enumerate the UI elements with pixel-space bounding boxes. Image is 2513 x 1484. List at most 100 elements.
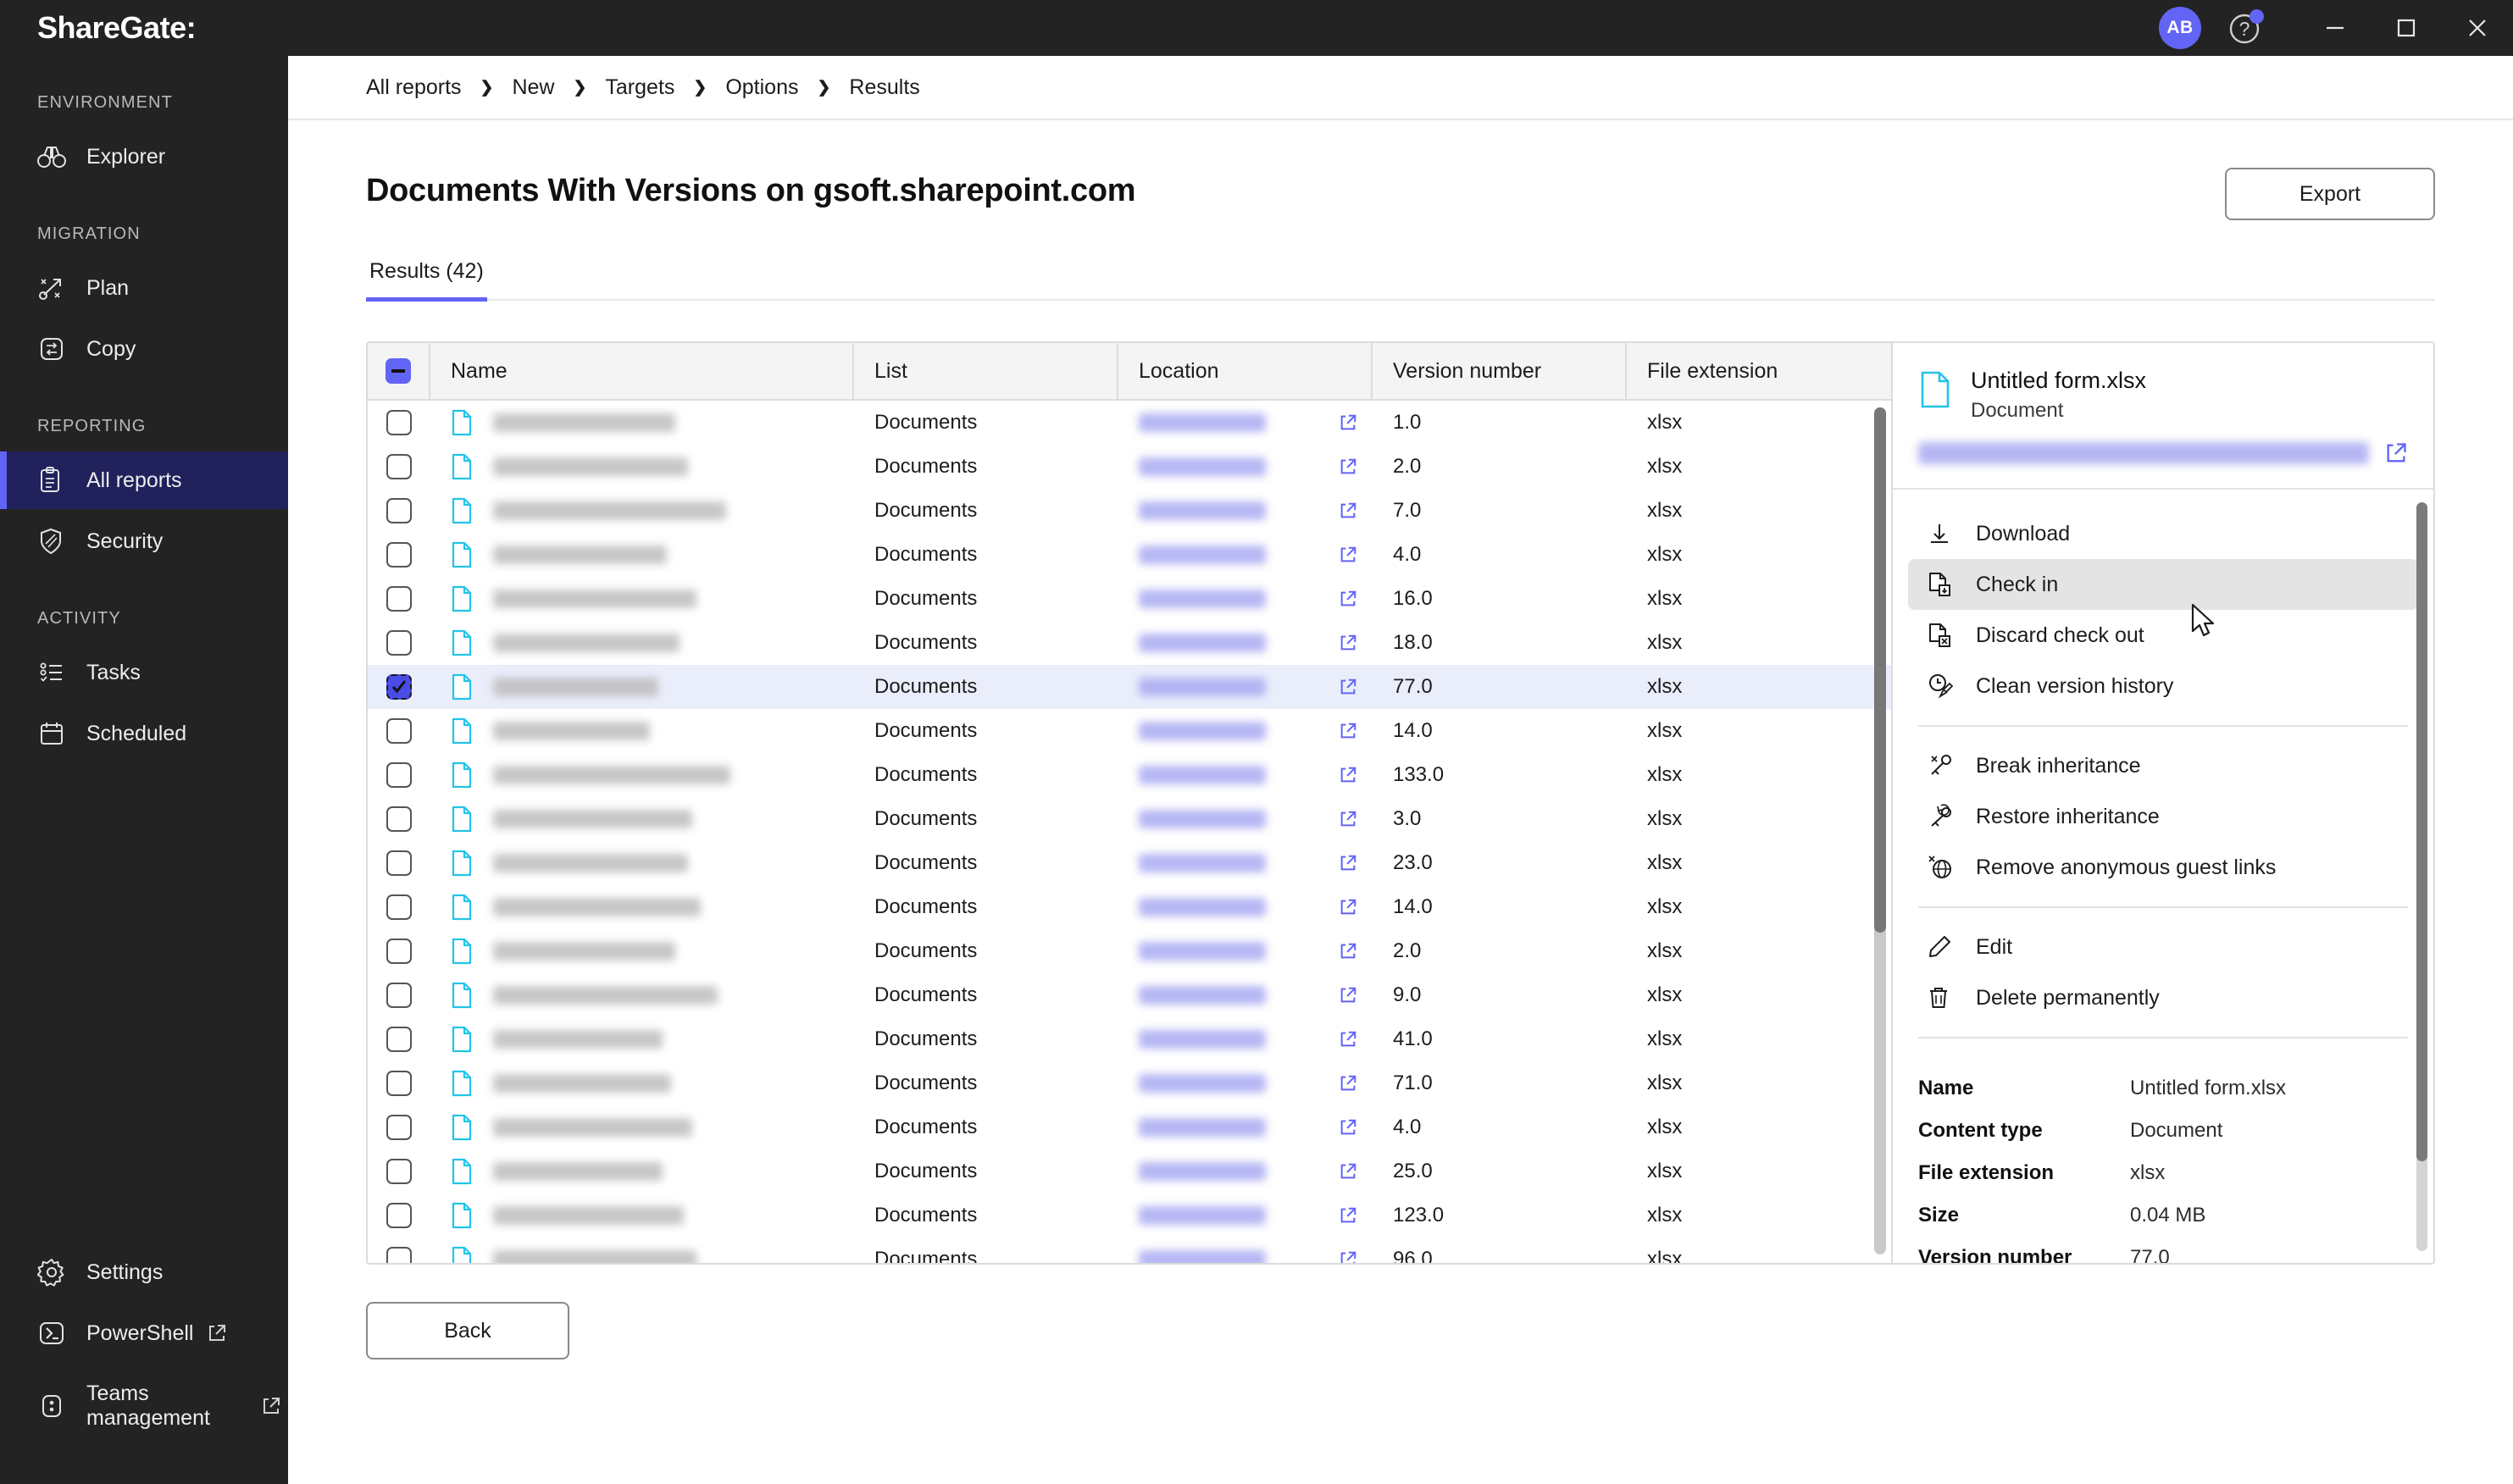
row-checkbox[interactable] (368, 489, 430, 533)
cell-location[interactable] (1118, 1105, 1373, 1149)
table-scrollbar-thumb[interactable] (1874, 407, 1886, 933)
row-checkbox[interactable] (368, 1238, 430, 1263)
external-link-icon[interactable] (1339, 810, 1357, 828)
external-link-icon[interactable] (1339, 898, 1357, 916)
tab-results[interactable]: Results (42) (366, 259, 487, 302)
column-header-list[interactable]: List (854, 343, 1118, 400)
row-checkbox[interactable] (368, 709, 430, 753)
cell-location[interactable] (1118, 533, 1373, 577)
help-circle-icon[interactable]: ? (2225, 8, 2266, 48)
table-row[interactable]: Documents 1.0 xlsx (368, 401, 1891, 445)
external-link-icon[interactable] (1339, 1118, 1357, 1137)
external-link-icon[interactable] (2384, 441, 2408, 469)
cell-location[interactable] (1118, 401, 1373, 445)
breadcrumb-item-options[interactable]: Options (725, 75, 798, 100)
row-checkbox[interactable] (368, 533, 430, 577)
sidebar-item-all-reports[interactable]: All reports (0, 451, 288, 509)
table-scrollbar[interactable] (1874, 407, 1886, 1254)
external-link-icon[interactable] (1339, 1162, 1357, 1181)
table-row[interactable]: Documents 3.0 xlsx (368, 797, 1891, 841)
external-link-icon[interactable] (1339, 986, 1357, 1005)
table-row[interactable]: Documents 4.0 xlsx (368, 1105, 1891, 1149)
detail-url-row[interactable] (1918, 441, 2408, 469)
menu-item-break-inheritance[interactable]: Break inheritance (1908, 740, 2418, 791)
external-link-icon[interactable] (1339, 413, 1357, 432)
breadcrumb-item-results[interactable]: Results (849, 75, 919, 100)
table-row[interactable]: Documents 123.0 xlsx (368, 1193, 1891, 1238)
cell-location[interactable] (1118, 797, 1373, 841)
cell-location[interactable] (1118, 621, 1373, 665)
cell-location[interactable] (1118, 709, 1373, 753)
cell-location[interactable] (1118, 665, 1373, 709)
external-link-icon[interactable] (1339, 501, 1357, 520)
external-link-icon[interactable] (1339, 1030, 1357, 1049)
cell-location[interactable] (1118, 973, 1373, 1017)
table-row[interactable]: Documents 2.0 xlsx (368, 445, 1891, 489)
table-row[interactable]: Documents 4.0 xlsx (368, 533, 1891, 577)
sidebar-item-security[interactable]: Security (0, 512, 288, 570)
external-link-icon[interactable] (1339, 1074, 1357, 1093)
sidebar-item-copy[interactable]: Copy (0, 320, 288, 378)
minimize-icon[interactable] (2299, 0, 2371, 56)
menu-item-clean-version-history[interactable]: Clean version history (1908, 661, 2418, 712)
row-checkbox[interactable] (368, 1149, 430, 1193)
table-row[interactable]: Documents 14.0 xlsx (368, 709, 1891, 753)
table-row[interactable]: Documents 71.0 xlsx (368, 1061, 1891, 1105)
sidebar-item-scheduled[interactable]: Scheduled (0, 705, 288, 762)
menu-item-discard-check-out[interactable]: Discard check out (1908, 610, 2418, 661)
maximize-icon[interactable] (2371, 0, 2442, 56)
external-link-icon[interactable] (1339, 678, 1357, 696)
cell-location[interactable] (1118, 1149, 1373, 1193)
external-link-icon[interactable] (1339, 1250, 1357, 1263)
back-button[interactable]: Back (366, 1302, 569, 1359)
table-row[interactable]: Documents 16.0 xlsx (368, 577, 1891, 621)
select-all-checkbox[interactable] (368, 343, 430, 400)
table-row[interactable]: Documents 7.0 xlsx (368, 489, 1891, 533)
row-checkbox[interactable] (368, 797, 430, 841)
table-row[interactable]: Documents 25.0 xlsx (368, 1149, 1891, 1193)
row-checkbox[interactable] (368, 401, 430, 445)
cell-location[interactable] (1118, 753, 1373, 797)
cell-location[interactable] (1118, 1193, 1373, 1238)
menu-item-download[interactable]: Download (1908, 508, 2418, 559)
detail-scrollbar[interactable] (2416, 502, 2427, 1251)
row-checkbox[interactable] (368, 665, 430, 709)
column-header-version-number[interactable]: Version number (1373, 343, 1627, 400)
menu-item-check-in[interactable]: Check in (1908, 559, 2418, 611)
cell-location[interactable] (1118, 885, 1373, 929)
column-header-file-extension[interactable]: File extension (1627, 343, 1891, 400)
cell-location[interactable] (1118, 577, 1373, 621)
row-checkbox[interactable] (368, 1061, 430, 1105)
table-row[interactable]: Documents 41.0 xlsx (368, 1017, 1891, 1061)
cell-location[interactable] (1118, 1017, 1373, 1061)
menu-item-remove-anonymous-guest-links[interactable]: Remove anonymous guest links (1908, 842, 2418, 893)
close-icon[interactable] (2442, 0, 2513, 56)
row-checkbox[interactable] (368, 621, 430, 665)
row-checkbox[interactable] (368, 753, 430, 797)
table-row[interactable]: Documents 77.0 xlsx (368, 665, 1891, 709)
menu-item-edit[interactable]: Edit (1908, 922, 2418, 972)
table-row[interactable]: Documents 14.0 xlsx (368, 885, 1891, 929)
avatar[interactable]: AB (2159, 7, 2201, 49)
sidebar-item-teams-management[interactable]: Teams management (0, 1365, 288, 1447)
menu-item-delete-permanently[interactable]: Delete permanently (1908, 972, 2418, 1023)
column-header-name[interactable]: Name (430, 343, 854, 400)
external-link-icon[interactable] (1339, 634, 1357, 652)
row-checkbox[interactable] (368, 577, 430, 621)
external-link-icon[interactable] (1339, 590, 1357, 608)
table-row[interactable]: Documents 23.0 xlsx (368, 841, 1891, 885)
external-link-icon[interactable] (1339, 1206, 1357, 1225)
column-header-location[interactable]: Location (1118, 343, 1373, 400)
breadcrumb-item-targets[interactable]: Targets (605, 75, 674, 100)
sidebar-item-powershell[interactable]: PowerShell (0, 1304, 288, 1362)
row-checkbox[interactable] (368, 1193, 430, 1238)
breadcrumb-item-new[interactable]: New (512, 75, 554, 100)
detail-scrollbar-thumb[interactable] (2416, 502, 2427, 1161)
menu-item-restore-inheritance[interactable]: Restore inheritance (1908, 791, 2418, 842)
breadcrumb-item-all-reports[interactable]: All reports (366, 75, 462, 100)
external-link-icon[interactable] (1339, 766, 1357, 784)
table-row[interactable]: Documents 133.0 xlsx (368, 753, 1891, 797)
cell-location[interactable] (1118, 841, 1373, 885)
external-link-icon[interactable] (1339, 942, 1357, 961)
external-link-icon[interactable] (1339, 722, 1357, 740)
